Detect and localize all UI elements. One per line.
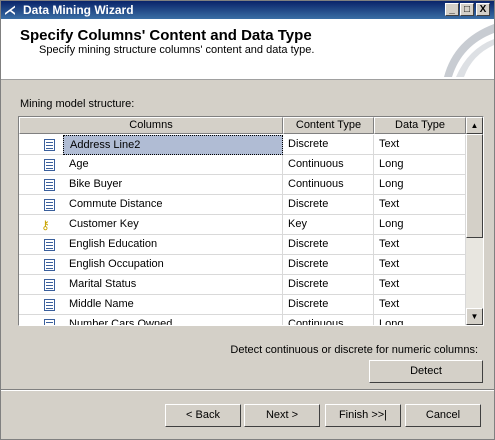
table-row[interactable]: Address Line2 Discrete Text (19, 135, 466, 155)
minimize-button[interactable]: _ (445, 3, 459, 16)
column-icon (44, 279, 55, 291)
table-row[interactable]: Middle Name Discrete Text (19, 295, 466, 315)
column-icon (44, 179, 55, 191)
column-name-cell[interactable]: Middle Name (63, 295, 283, 315)
data-type-cell[interactable]: Text (374, 275, 466, 295)
swoosh-graphic (444, 24, 494, 77)
column-icon (44, 299, 55, 311)
row-icon-cell (19, 255, 63, 275)
header-content-type[interactable]: Content Type (283, 117, 374, 134)
column-name-cell[interactable]: Number Cars Owned (63, 315, 283, 325)
detect-label: Detect continuous or discrete for numeri… (230, 344, 478, 356)
data-type-cell[interactable]: Text (374, 135, 466, 155)
scroll-down-icon[interactable]: ▼ (466, 308, 483, 325)
scroll-up-icon[interactable]: ▲ (466, 117, 483, 134)
grid-header: Columns Content Type Data Type (19, 117, 466, 135)
table-row[interactable]: English Education Discrete Text (19, 235, 466, 255)
column-name-cell[interactable]: Age (63, 155, 283, 175)
table-row[interactable]: Number Cars Owned Continuous Long (19, 315, 466, 325)
table-row[interactable]: Commute Distance Discrete Text (19, 195, 466, 215)
column-name-cell[interactable]: Customer Key (63, 215, 283, 235)
content-type-cell[interactable]: Continuous (283, 175, 374, 195)
table-row[interactable]: Age Continuous Long (19, 155, 466, 175)
row-icon-cell (19, 195, 63, 215)
columns-grid[interactable]: Columns Content Type Data Type Address L… (18, 116, 484, 326)
key-column-icon: ⚷ (41, 218, 50, 232)
table-row[interactable]: Marital Status Discrete Text (19, 275, 466, 295)
content-type-cell[interactable]: Discrete (283, 235, 374, 255)
close-button[interactable]: X (476, 3, 490, 16)
data-type-cell[interactable]: Text (374, 235, 466, 255)
header-columns[interactable]: Columns (19, 117, 283, 134)
column-icon (44, 239, 55, 251)
row-icon-cell (19, 175, 63, 195)
vertical-scrollbar[interactable]: ▲ ▼ (466, 117, 483, 325)
window-title: Data Mining Wizard (23, 3, 134, 17)
back-button[interactable]: < Back (165, 404, 241, 427)
column-name-cell[interactable]: Marital Status (63, 275, 283, 295)
column-icon (44, 159, 55, 171)
cancel-button[interactable]: Cancel (405, 404, 481, 427)
page-title: Specify Columns' Content and Data Type (20, 27, 312, 44)
wizard-window: ⋌ Data Mining Wizard _ □ X Specify Colum… (0, 0, 495, 440)
row-icon-cell (19, 235, 63, 255)
maximize-button[interactable]: □ (460, 3, 474, 16)
row-icon-cell: ⚷ (19, 215, 63, 235)
mining-structure-label: Mining model structure: (20, 98, 135, 110)
table-row[interactable]: English Occupation Discrete Text (19, 255, 466, 275)
row-icon-cell (19, 295, 63, 315)
data-type-cell[interactable]: Text (374, 195, 466, 215)
content-type-cell[interactable]: Discrete (283, 295, 374, 315)
content-type-cell[interactable]: Discrete (283, 135, 374, 155)
data-type-cell[interactable]: Text (374, 295, 466, 315)
column-name-cell[interactable]: English Education (63, 235, 283, 255)
data-type-cell[interactable]: Text (374, 255, 466, 275)
content-type-cell[interactable]: Continuous (283, 155, 374, 175)
row-icon-cell (19, 275, 63, 295)
detect-button[interactable]: Detect (369, 360, 483, 383)
header-data-type[interactable]: Data Type (374, 117, 466, 134)
finish-button[interactable]: Finish >>| (325, 404, 401, 427)
footer-divider (1, 389, 494, 391)
content-type-cell[interactable]: Discrete (283, 255, 374, 275)
content-type-cell[interactable]: Discrete (283, 275, 374, 295)
row-icon-cell (19, 315, 63, 325)
wizard-header: Specify Columns' Content and Data Type S… (1, 19, 494, 80)
next-button[interactable]: Next > (244, 404, 320, 427)
content-type-cell[interactable]: Discrete (283, 195, 374, 215)
table-row[interactable]: Bike Buyer Continuous Long (19, 175, 466, 195)
table-row[interactable]: ⚷ Customer Key Key Long (19, 215, 466, 235)
data-type-cell[interactable]: Long (374, 315, 466, 325)
column-name-cell[interactable]: Address Line2 (63, 135, 283, 155)
column-name-cell[interactable]: English Occupation (63, 255, 283, 275)
data-type-cell[interactable]: Long (374, 215, 466, 235)
column-name-cell[interactable]: Bike Buyer (63, 175, 283, 195)
row-icon-cell (19, 155, 63, 175)
content-type-cell[interactable]: Continuous (283, 315, 374, 325)
column-name-cell[interactable]: Commute Distance (63, 195, 283, 215)
page-subtitle: Specify mining structure columns' conten… (39, 44, 315, 56)
content-type-cell[interactable]: Key (283, 215, 374, 235)
column-icon (44, 199, 55, 211)
column-icon (44, 259, 55, 271)
scroll-thumb[interactable] (466, 134, 483, 238)
data-type-cell[interactable]: Long (374, 175, 466, 195)
wizard-icon: ⋌ (4, 3, 16, 17)
column-icon (44, 319, 55, 325)
column-icon (44, 139, 55, 151)
row-icon-cell (19, 135, 63, 155)
data-type-cell[interactable]: Long (374, 155, 466, 175)
title-bar: ⋌ Data Mining Wizard _ □ X (1, 1, 494, 19)
